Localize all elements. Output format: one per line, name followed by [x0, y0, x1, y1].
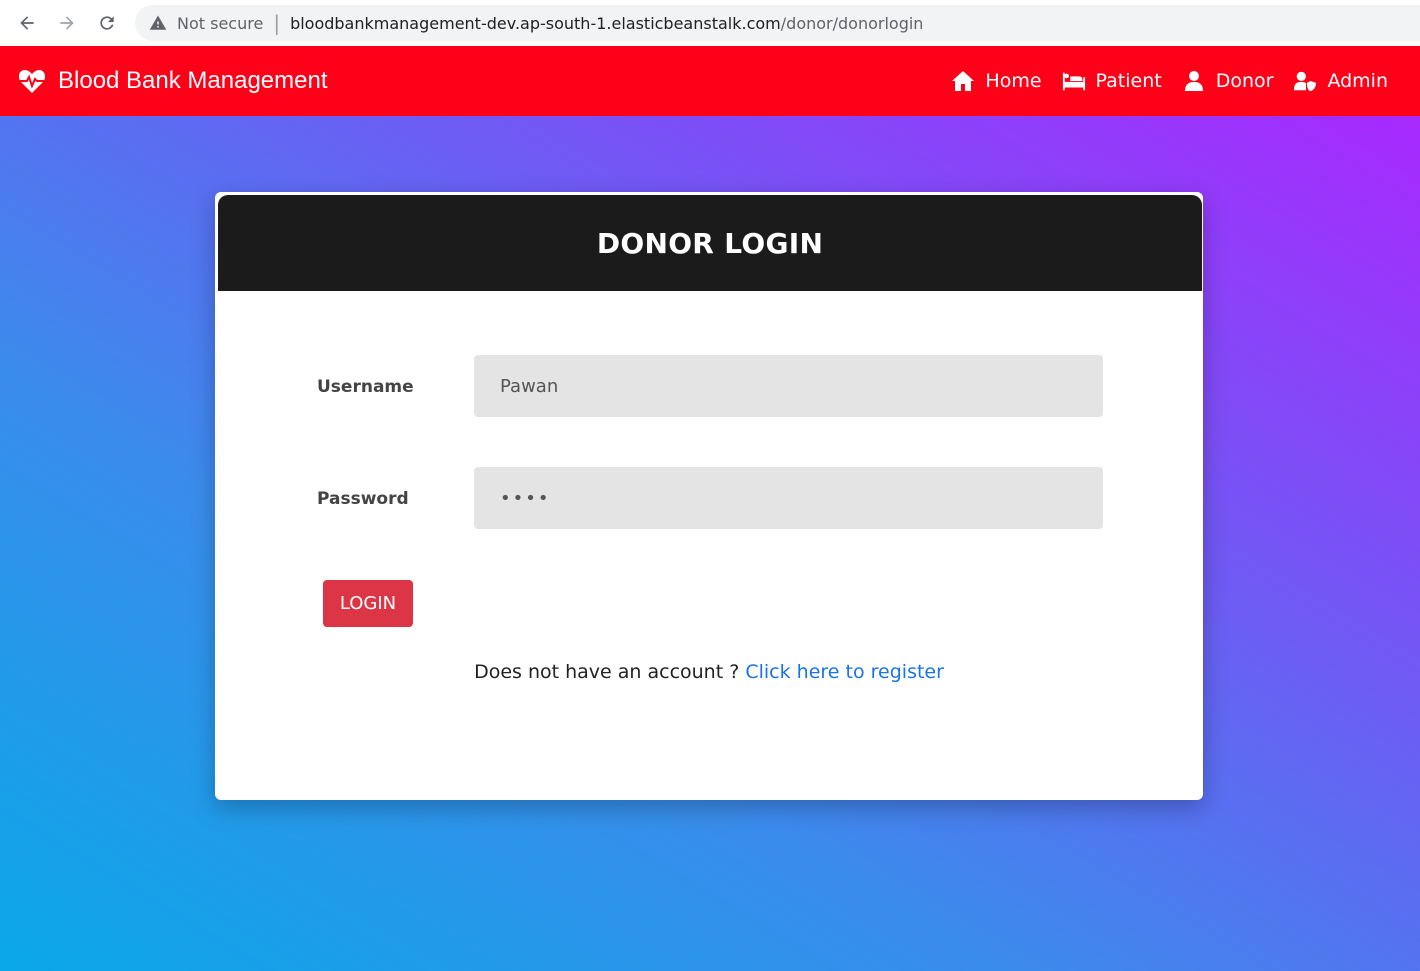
- password-input[interactable]: ••••: [474, 467, 1103, 529]
- reload-button[interactable]: [92, 8, 122, 38]
- address-separator: |: [273, 11, 281, 35]
- user-shield-icon: [1294, 71, 1317, 92]
- login-title: DONOR LOGIN: [596, 226, 824, 260]
- forward-button[interactable]: [52, 8, 82, 38]
- nav-home[interactable]: Home: [951, 70, 1042, 92]
- security-status: Not secure: [177, 13, 264, 33]
- password-label: Password: [317, 489, 409, 509]
- nav-donor-label: Donor: [1215, 70, 1274, 92]
- username-input[interactable]: [474, 355, 1103, 417]
- arrow-right-icon: [60, 16, 74, 30]
- brand-title: Blood Bank Management: [58, 67, 328, 94]
- url-path: /donor/donorlogin: [780, 13, 924, 33]
- login-card-header: DONOR LOGIN: [218, 195, 1202, 291]
- login-card: DONOR LOGIN Username Password •••• LOGIN…: [215, 192, 1203, 800]
- bed-icon: [1062, 72, 1085, 91]
- login-button[interactable]: LOGIN: [323, 580, 413, 627]
- reload-icon: [100, 16, 114, 30]
- heartbeat-icon: [18, 70, 46, 93]
- nav-home-label: Home: [985, 70, 1042, 92]
- register-link[interactable]: Click here to register: [745, 661, 944, 683]
- user-icon: [1184, 71, 1203, 91]
- brand[interactable]: Blood Bank Management: [18, 46, 328, 116]
- home-icon: [952, 71, 975, 91]
- arrow-left-icon: [20, 16, 34, 30]
- nav-links: Home Patient Donor Admin: [951, 46, 1388, 116]
- nav-admin[interactable]: Admin: [1293, 70, 1388, 92]
- url-host: bloodbankmanagement-dev.ap-south-1.elast…: [290, 13, 781, 33]
- username-label: Username: [317, 377, 414, 397]
- nav-admin-label: Admin: [1327, 70, 1388, 92]
- register-prompt: Does not have an account ?: [474, 661, 740, 683]
- nav-donor[interactable]: Donor: [1182, 70, 1274, 92]
- nav-patient[interactable]: Patient: [1062, 70, 1162, 92]
- back-button[interactable]: [12, 8, 42, 38]
- browser-toolbar: Not secure | bloodbankmanagement-dev.ap-…: [0, 0, 1420, 46]
- navbar: Blood Bank Management Home Patient Donor…: [0, 46, 1420, 116]
- warning-icon: [149, 15, 167, 30]
- nav-patient-label: Patient: [1095, 70, 1162, 92]
- register-prompt-line: Does not have an account ? Click here to…: [216, 661, 1202, 683]
- address-bar[interactable]: Not secure | bloodbankmanagement-dev.ap-…: [135, 5, 1420, 41]
- password-value: ••••: [500, 487, 551, 509]
